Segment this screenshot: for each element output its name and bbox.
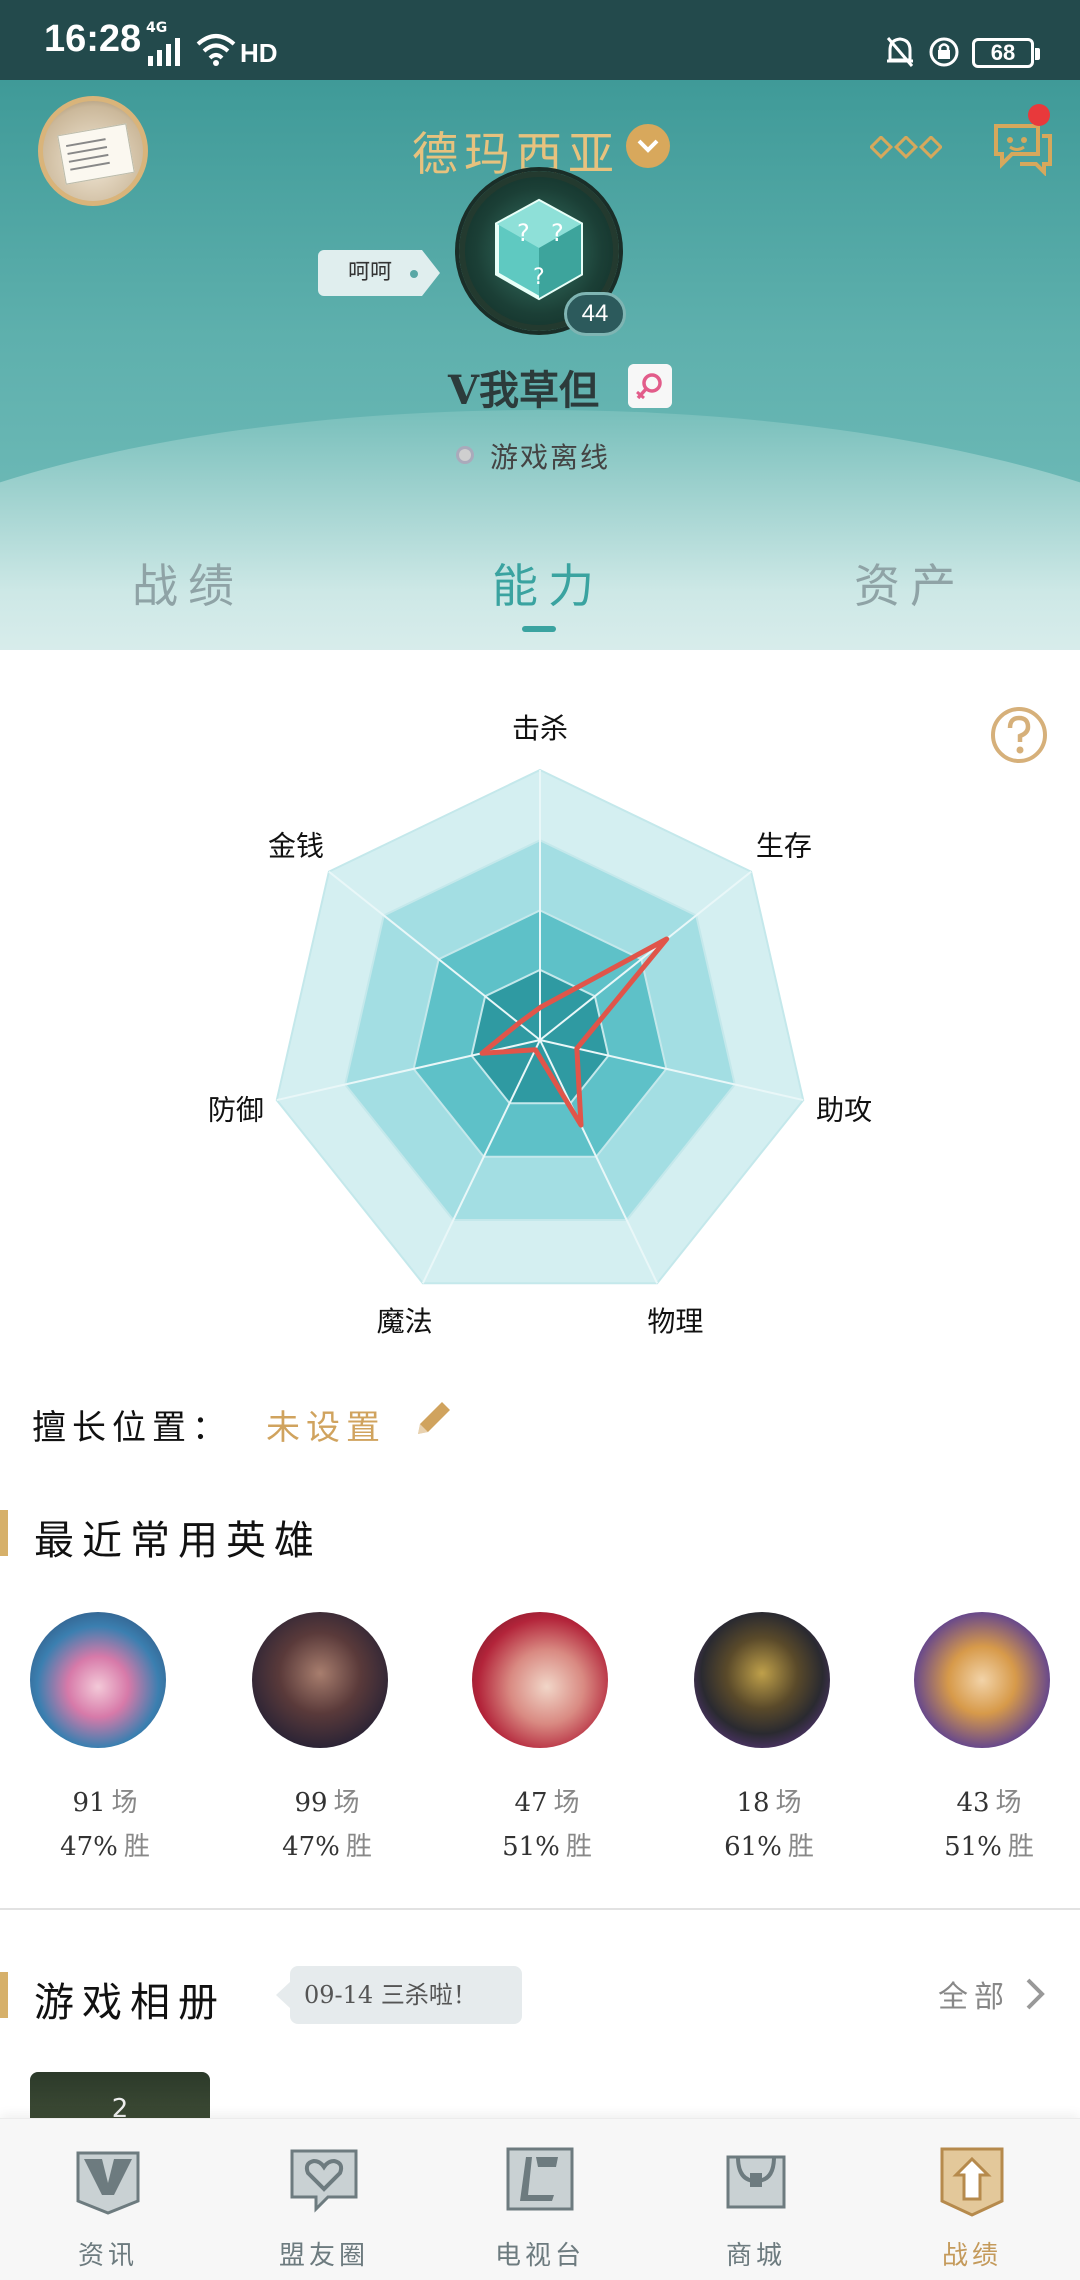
more-icon[interactable] bbox=[870, 136, 942, 160]
radar-axis-label: 生存 bbox=[756, 829, 812, 862]
hero-win-rate: 51% 胜 bbox=[944, 1832, 1034, 1862]
nav-label: 盟友圈 bbox=[278, 2241, 369, 2271]
ability-radar-chart: 击杀生存助攻物理 魔法 防御 金钱 bbox=[208, 712, 872, 1338]
section-accent bbox=[0, 1510, 8, 1556]
hero-avatar[interactable] bbox=[252, 1612, 388, 1748]
tv-icon bbox=[506, 2147, 574, 2211]
tab-assets[interactable]: 资产 bbox=[854, 550, 966, 616]
mute-icon bbox=[886, 37, 914, 67]
tab-ability[interactable]: 能力 bbox=[492, 550, 604, 616]
svg-text:?: ? bbox=[517, 219, 530, 247]
tab-indicator bbox=[522, 626, 556, 632]
bottom-nav: 资讯 盟友圈 电视台 商城 战绩 bbox=[0, 2118, 1080, 2280]
radar-axis-label: 金钱 bbox=[268, 829, 324, 862]
svg-text:?: ? bbox=[551, 219, 564, 247]
hero-avatar[interactable] bbox=[694, 1612, 830, 1748]
svg-text:?: ? bbox=[533, 265, 545, 290]
battery-indicator: 68 bbox=[972, 38, 1040, 68]
nav-label: 战绩 bbox=[941, 2241, 1002, 2271]
hero-avatar[interactable] bbox=[914, 1612, 1050, 1748]
status-bar: 16:28 4G HD 68 bbox=[0, 0, 1080, 80]
radar-axis-label: 防御 bbox=[208, 1093, 264, 1126]
wifi-icon bbox=[196, 34, 236, 66]
hero-avatar[interactable] bbox=[30, 1612, 166, 1748]
hero-games: 99 场 bbox=[294, 1788, 360, 1818]
radar-axis-label: 击杀 bbox=[512, 712, 568, 745]
signal-icon bbox=[148, 38, 180, 66]
hero-games: 91 场 bbox=[72, 1788, 138, 1818]
notification-dot bbox=[1028, 104, 1050, 126]
tab-bar: 战绩 能力 资产 bbox=[0, 550, 1080, 650]
nav-label: 电视台 bbox=[494, 2241, 585, 2271]
server-dropdown-icon[interactable] bbox=[626, 124, 670, 168]
section-accent bbox=[0, 1972, 8, 2018]
hero-win-rate: 47% 胜 bbox=[60, 1832, 150, 1862]
radar-axis-label: 魔法 bbox=[377, 1305, 433, 1338]
nickname: V我草但 bbox=[448, 367, 600, 414]
nav-news[interactable]: 资讯 bbox=[48, 2143, 168, 2273]
hero-win-rate: 51% 胜 bbox=[502, 1832, 592, 1862]
edit-icon[interactable] bbox=[412, 1396, 456, 1440]
nav-community[interactable]: 盟友圈 bbox=[264, 2143, 384, 2273]
online-status: 游戏离线 bbox=[490, 441, 611, 474]
hero-games: 47 场 bbox=[514, 1788, 580, 1818]
nav-label: 商城 bbox=[725, 2241, 786, 2271]
female-icon bbox=[628, 364, 672, 408]
recent-heroes-title: 最近常用英雄 bbox=[34, 1518, 322, 1564]
nav-record[interactable]: 战绩 bbox=[912, 2143, 1032, 2273]
shop-icon bbox=[726, 2155, 786, 2209]
nav-tv[interactable]: 电视台 bbox=[480, 2143, 600, 2273]
level-badge[interactable]: ? ? ? 44 bbox=[454, 166, 626, 336]
hero-games: 18 场 bbox=[736, 1788, 802, 1818]
user-tag[interactable]: 呵呵 bbox=[318, 250, 440, 296]
record-icon bbox=[940, 2147, 1004, 2217]
radar-axis-label: 助攻 bbox=[816, 1093, 872, 1126]
chevron-right-icon[interactable] bbox=[1022, 1976, 1048, 2012]
album-all-link[interactable]: 全部 bbox=[938, 1972, 1010, 2016]
hero-win-rate: 47% 胜 bbox=[282, 1832, 372, 1862]
offline-dot bbox=[456, 446, 474, 464]
hero-avatar[interactable] bbox=[472, 1612, 608, 1748]
status-time: 16:28 bbox=[44, 18, 142, 60]
community-icon bbox=[290, 2149, 358, 2213]
hero-games: 43 场 bbox=[956, 1788, 1022, 1818]
user-tag-text: 呵呵 bbox=[347, 260, 392, 285]
album-tip: 09-14 三杀啦！ bbox=[276, 1966, 522, 2024]
mystery-box-icon: ? ? ? bbox=[495, 198, 583, 301]
tab-record[interactable]: 战绩 bbox=[132, 550, 244, 616]
hero-win-rate: 61% 胜 bbox=[724, 1832, 814, 1862]
lock-icon bbox=[929, 37, 959, 67]
user-avatar[interactable] bbox=[38, 96, 148, 206]
network-type: 4G bbox=[146, 20, 168, 36]
divider bbox=[0, 1908, 1080, 1910]
position-value[interactable]: 未设置 bbox=[266, 1400, 386, 1449]
nav-shop[interactable]: 商城 bbox=[696, 2143, 816, 2273]
radar-axis-label: 物理 bbox=[647, 1305, 703, 1338]
level-number: 44 bbox=[564, 292, 626, 336]
album-title: 游戏相册 bbox=[34, 1980, 226, 2026]
hd-indicator: HD bbox=[240, 38, 278, 68]
position-label: 擅长位置： bbox=[32, 1408, 232, 1448]
nav-label: 资讯 bbox=[77, 2241, 138, 2271]
news-icon bbox=[76, 2151, 140, 2215]
